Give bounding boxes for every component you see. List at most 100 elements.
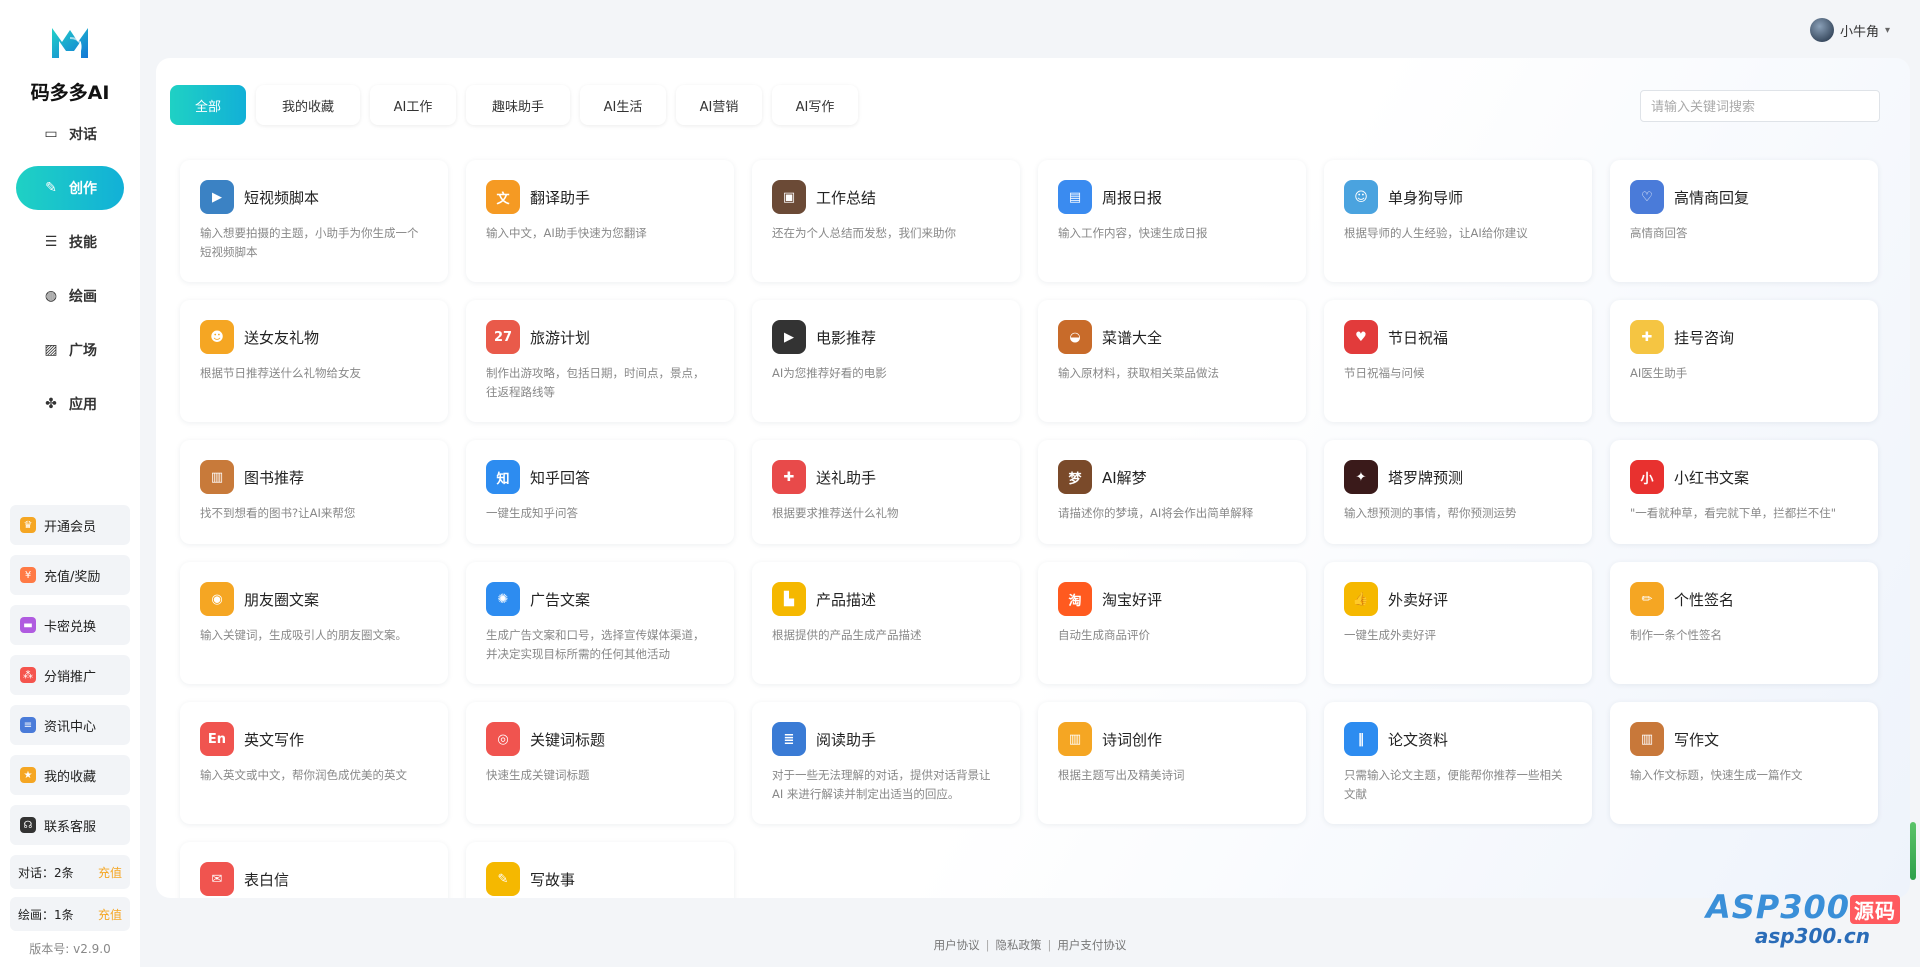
nav-item-1[interactable]: ✎ 创作 [16, 166, 124, 210]
tab-1[interactable]: 我的收藏 [256, 85, 360, 125]
card-title: 单身狗导师 [1388, 188, 1464, 207]
card-title: 朋友圈文案 [244, 590, 320, 609]
app-card[interactable]: ▥ 诗词创作 根据主题写出及精美诗词 [1038, 702, 1306, 824]
app-card[interactable]: ▣ 工作总结 还在为个人总结而发愁，我们来助你 [752, 160, 1020, 282]
book-icon: ▥ [200, 460, 234, 494]
footer-link[interactable]: 隐私政策 [996, 938, 1042, 952]
nav-item-4[interactable]: ▨ 广场 [16, 328, 124, 372]
tab-4[interactable]: AI生活 [580, 85, 666, 125]
app-card[interactable]: ▤ 周报日报 输入工作内容，快速生成日报 [1038, 160, 1306, 282]
watermark-url: asp300.cn [1754, 924, 1870, 948]
app-card[interactable]: 淘淘宝好评 自动生成商品评价 [1038, 562, 1306, 684]
app-card[interactable]: ✏ 个性签名 制作一条个性签名 [1610, 562, 1878, 684]
card-header: ☻ 送女友礼物 [200, 320, 428, 354]
card-description: 根据节日推荐送什么礼物给女友 [200, 366, 361, 380]
card-title: 论文资料 [1388, 730, 1449, 749]
card-header: ≣ 阅读助手 [772, 722, 1000, 756]
tab-6[interactable]: AI写作 [772, 85, 858, 125]
app-card[interactable]: ◎ 关键词标题 快速生成关键词标题 [466, 702, 734, 824]
card-description: 输入英文或中文，帮你润色成优美的英文 [200, 768, 407, 782]
app-card[interactable]: ▶ 电影推荐 AI为您推荐好看的电影 [752, 300, 1020, 422]
footer-link[interactable]: 用户协议 [934, 938, 980, 952]
app-card[interactable]: ✺ 广告文案 生成广告文案和口号，选择宣传媒体渠道，并决定实现目标所需的任何其他活动 [466, 562, 734, 684]
recharge-link[interactable]: 充值 [98, 864, 122, 881]
side-button-1[interactable]: ¥ 充值/奖励 [10, 555, 130, 595]
card-header: ✏ 个性签名 [1630, 582, 1858, 616]
card-header: ◎ 关键词标题 [486, 722, 714, 756]
recharge-link[interactable]: 充值 [98, 906, 122, 923]
chat-icon: ▭ [44, 126, 58, 142]
card-header: ▥ 诗词创作 [1058, 722, 1286, 756]
app-card[interactable]: 小小红书文案 "一看就种草，看完就下单，拦都拦不住" [1610, 440, 1878, 544]
app-name: 码多多AI [30, 82, 110, 104]
card-title: 广告文案 [530, 590, 591, 609]
card-description: 只需输入论文主题，便能帮你推荐一些相关文献 [1344, 768, 1563, 801]
card-title: 小红书文案 [1674, 468, 1750, 487]
image-icon: ▨ [44, 342, 58, 358]
card-title: 表白信 [244, 870, 290, 889]
app-card[interactable]: 文翻译助手 输入中文，AI助手快速为您翻译 [466, 160, 734, 282]
books-stack-icon: ≣ [772, 722, 806, 756]
app-card[interactable]: ✦ 塔罗牌预测 输入想预测的事情，帮你预测运势 [1324, 440, 1592, 544]
nav-item-0[interactable]: ▭ 对话 [16, 112, 124, 156]
app-card[interactable]: ✚ 送礼助手 根据要求推荐送什么礼物 [752, 440, 1020, 544]
tab-2[interactable]: AI工作 [370, 85, 456, 125]
app-card[interactable]: ☻ 送女友礼物根据节日推荐送什么礼物给女友 [180, 300, 448, 422]
card-title: 工作总结 [816, 188, 877, 207]
app-card[interactable]: ☺ 单身狗导师 根据导师的人生经验，让AI给你建议 [1324, 160, 1592, 282]
app-card[interactable]: ✚ 挂号咨询 AI医生助手 [1610, 300, 1878, 422]
app-card[interactable]: 27 旅游计划 制作出游攻略，包括日期，时间点，景点，往返程路线等 [466, 300, 734, 422]
app-card[interactable]: 👍 外卖好评 一键生成外卖好评 [1324, 562, 1592, 684]
card-header: ✦ 塔罗牌预测 [1344, 460, 1572, 494]
distribution-icon: ⁂ [20, 667, 36, 683]
side-button-6[interactable]: ☊ 联系客服 [10, 805, 130, 845]
app-card[interactable]: ▙ 产品描述 根据提供的产品生成产品描述 [752, 562, 1020, 684]
app-card[interactable]: 梦 AI解梦 请描述你的梦境，AI将会作出简单解释 [1038, 440, 1306, 544]
card-title: 节日祝福 [1388, 328, 1449, 347]
quota-label: 绘画：1条 [18, 907, 74, 922]
user-menu[interactable]: 小牛角 ▾ [1809, 18, 1890, 42]
side-button-3[interactable]: ⁂ 分销推广 [10, 655, 130, 695]
app-card[interactable]: ♡ 高情商回复 高情商回答 [1610, 160, 1878, 282]
app-card[interactable]: ▶ 短视频脚本 输入想要拍摄的主题，小助手为你生成一个短视频脚本 [180, 160, 448, 282]
tab-3[interactable]: 趣味助手 [466, 85, 570, 125]
pencil-icon: ✏ [1630, 582, 1664, 616]
card-description: 根据提供的产品生成产品描述 [772, 628, 922, 642]
app-card[interactable]: ◒ 菜谱大全 输入原材料，获取相关菜品做法 [1038, 300, 1306, 422]
side-button-2[interactable]: ▬ 卡密兑换 [10, 605, 130, 645]
app-card[interactable]: En 英文写作 输入英文或中文，帮你润色成优美的英文 [180, 702, 448, 824]
nav-item-3[interactable]: ◍ 绘画 [16, 274, 124, 318]
side-button-0[interactable]: ♛ 开通会员 [10, 505, 130, 545]
avatar [1809, 18, 1834, 42]
card-header: 知知乎回答 [486, 460, 714, 494]
app-card[interactable]: ✉ 表白信 [180, 842, 448, 898]
couple-icon: ☻ [200, 320, 234, 354]
nav-item-5[interactable]: ✤ 应用 [16, 382, 124, 426]
search-input[interactable] [1640, 90, 1880, 122]
app-card[interactable]: ▥ 写作文 输入作文标题，快速生成一篇作文 [1610, 702, 1878, 824]
footer-link[interactable]: 用户支付协议 [1057, 938, 1126, 952]
side-button-4[interactable]: ≡ 资讯中心 [10, 705, 130, 745]
side-button-label: 开通会员 [44, 519, 97, 535]
app-card[interactable]: ‖ 论文资料 只需输入论文主题，便能帮你推荐一些相关文献 [1324, 702, 1592, 824]
card-title: 翻译助手 [530, 188, 591, 207]
user-name: 小牛角 [1839, 24, 1879, 40]
heart-bubble-icon: ♥ [1344, 320, 1378, 354]
app-card[interactable]: 知知乎回答一键生成知乎问答 [466, 440, 734, 544]
side-button-5[interactable]: ★ 我的收藏 [10, 755, 130, 795]
app-card[interactable]: ◉ 朋友圈文案 输入关键词，生成吸引人的朋友圈文案。 [180, 562, 448, 684]
tab-0[interactable]: 全部 [170, 85, 246, 125]
card-description: 一键生成知乎问答 [486, 506, 578, 520]
tab-5[interactable]: AI营销 [676, 85, 762, 125]
scrollbar-thumb[interactable] [1910, 822, 1916, 880]
app-card[interactable]: ♥ 节日祝福 节日祝福与问候 [1324, 300, 1592, 422]
app-card[interactable]: ▥ 图书推荐 找不到想看的图书?让AI来帮您 [180, 440, 448, 544]
notebook-icon: ▥ [1630, 722, 1664, 756]
nav-item-2[interactable]: ☰ 技能 [16, 220, 124, 264]
card-description: 根据导师的人生经验，让AI给你建议 [1344, 226, 1528, 240]
card-title: 关键词标题 [530, 730, 606, 749]
app-card[interactable]: ≣ 阅读助手 对于一些无法理解的对话，提供对话背景让 AI 来进行解读并制定出适当的… [752, 702, 1020, 824]
card-title: 短视频脚本 [244, 188, 320, 207]
card-header: ✺ 广告文案 [486, 582, 714, 616]
app-card[interactable]: ✎ 写故事 [466, 842, 734, 898]
